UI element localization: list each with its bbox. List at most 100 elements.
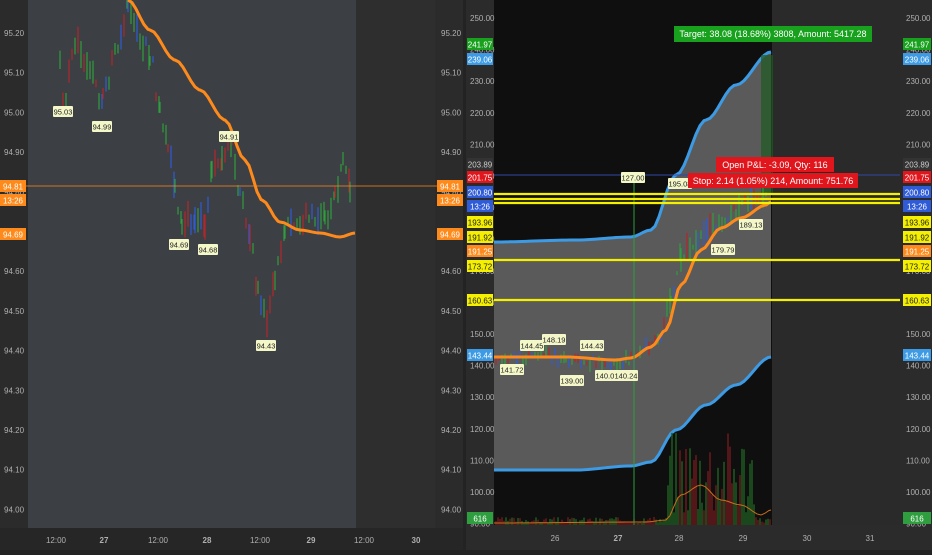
left-y-tick-right: 94.00 [441,505,462,514]
left-y-tick-left: 94.60 [4,267,25,276]
left-x-tick: 12:00 [46,536,67,545]
left-y-tick-left: 94.90 [4,148,25,157]
right-ma-badge-left: 191.25 [468,248,493,257]
right-upper-band-2-badge-right: 239.06 [905,56,930,65]
left-x-axis-bg [0,528,463,550]
right-price-chart[interactable]: 250.00 250.00240.00 240.00230.00 230.00220.… [466,0,932,550]
left-y-tick-left: 94.30 [4,386,25,395]
right-price-label: 144.45 [521,342,544,351]
left-y-tick-left: 94.40 [4,347,25,356]
right-current-price-badge-right: 201.75 [905,174,930,183]
left-y-tick-right: 94.20 [441,426,462,435]
right-y-tick-right: 120.00 [906,425,931,434]
left-y-tick-right: 95.20 [441,29,462,38]
left-y-tick-left: 95.10 [4,69,25,78]
right-yellow-1-badge-left: 193.96 [468,219,493,228]
left-ma-badge: 94.69 [3,231,24,240]
right-x-tick: 26 [551,534,560,543]
left-y-tick-right: 94.50 [441,307,462,316]
left-ma-badge-right: 94.69 [440,231,461,240]
right-yellow-3-badge-left: 173.72 [468,263,493,272]
left-time-badge-right: 13:26 [440,197,461,206]
right-stop-label: Stop: 2.14 (1.05%) 214, Amount: 751.76 [693,176,854,186]
right-chart-panel[interactable]: 250.00 250.00 240.00 240.00 230.00 230.00 220.… [466,0,932,550]
right-yellow-2-badge-right: 191.92 [905,234,930,243]
right-y-tick-right: 140.00 [906,362,931,371]
left-y-tick-right: 94.60 [441,267,462,276]
left-x-tick: 29 [307,536,316,545]
right-price-label: 139.00 [561,377,584,386]
right-y-tick-right: 100.00 [906,488,931,497]
right-lower-band-badge-right: 143.44 [905,352,930,361]
left-price-label: 94.68 [199,246,218,255]
left-x-tick: 12:00 [148,536,169,545]
right-open-pnl-label: Open P&L: -3.09, Qty: 116 [722,160,827,170]
right-ma-badge-right: 191.25 [905,248,930,257]
right-yellow-1-badge-right: 193.96 [905,219,930,228]
right-y-tick-right: 250.00 [906,14,931,23]
right-y-tick-right: 220.00 [906,109,931,118]
right-price-label: 144.43 [581,342,604,351]
right-volume-badge-right: 616 [910,515,924,524]
left-y-tick-right: 94.10 [441,466,462,475]
left-price-label: 95.03 [54,108,73,117]
right-time-badge-left: 13:26 [470,203,491,212]
left-y-tick-right: 94.30 [441,386,462,395]
left-future-area [356,0,435,528]
right-y-tick-left: 250.00 [470,14,495,23]
right-price-label: 140.24 [615,372,638,381]
right-upper-band-2-badge-left: 239.06 [468,56,493,65]
left-y-tick-right: 94.40 [441,347,462,356]
right-yellow-4-badge-right: 160.63 [905,297,930,306]
left-x-tick: 30 [412,536,421,545]
right-price-label: 189.13 [740,221,763,230]
left-y-tick-right: 94.90 [441,148,462,157]
right-future-area [772,0,900,525]
right-x-tick: 27 [614,534,623,543]
left-y-tick-right: 95.10 [441,69,462,78]
right-x-tick: 29 [739,534,748,543]
left-x-tick: 12:00 [250,536,271,545]
left-y-tick-left: 95.20 [4,29,25,38]
left-y-tick-right: 95.00 [441,108,462,117]
left-y-tick-left: 94.20 [4,426,25,435]
left-current-price-badge: 94.81 [3,183,24,192]
left-chart-panel[interactable]: 95.20 95.20 95.10 95.10 95.00 95.00 94.90 94.90… [0,0,463,550]
left-x-tick: 27 [100,536,109,545]
right-time-badge-right: 13:26 [907,203,928,212]
right-current-price-badge-left: 201.75 [468,174,493,183]
right-price-label: 148.19 [543,336,566,345]
right-y-tick-left: 210.00 [470,140,495,149]
right-y-tick-right: 130.00 [906,393,931,402]
right-upper-band-badge-right: 241.97 [905,41,930,50]
right-lower-band-badge-left: 143.44 [468,352,493,361]
right-top-gray-badge-left: 203.89 [468,161,493,170]
right-price-label: 127.00 [622,174,645,183]
left-time-badge: 13:26 [3,197,24,206]
left-plot-area [28,0,356,528]
right-y-tick-left: 130.00 [470,393,495,402]
left-x-tick: 28 [203,536,212,545]
right-price-label: 141.72 [501,366,524,375]
right-y-tick-right: 150.00 [906,330,931,339]
right-entry-badge-left: 200.80 [468,189,493,198]
right-y-tick-left: 230.00 [470,77,495,86]
right-y-tick-left: 150.00 [470,330,495,339]
right-yellow-2-badge-left: 191.92 [468,234,493,243]
right-y-tick-left: 140.00 [470,362,495,371]
left-price-chart[interactable]: 95.20 95.20 95.10 95.10 95.00 95.00 94.90 94.90… [0,0,463,550]
right-y-tick-right: 110.00 [906,456,930,465]
right-target-label: Target: 38.08 (18.68%) 3808, Amount: 541… [679,29,866,39]
left-y-tick-left: 95.00 [4,108,25,117]
right-y-tick-left: 100.00 [470,488,495,497]
right-price-label: 179.79 [712,246,735,255]
right-y-tick-right: 230.00 [906,77,931,86]
right-entry-badge-right: 200.80 [905,189,930,198]
left-price-label: 94.43 [257,342,276,351]
right-yellow-4-badge-left: 160.63 [468,297,493,306]
right-yellow-3-badge-right: 173.72 [905,263,930,272]
right-x-tick: 30 [803,534,812,543]
right-top-gray-badge-right: 203.89 [905,161,930,170]
right-y-tick-left: 110.00 [470,456,494,465]
right-y-tick-left: 120.00 [470,425,495,434]
